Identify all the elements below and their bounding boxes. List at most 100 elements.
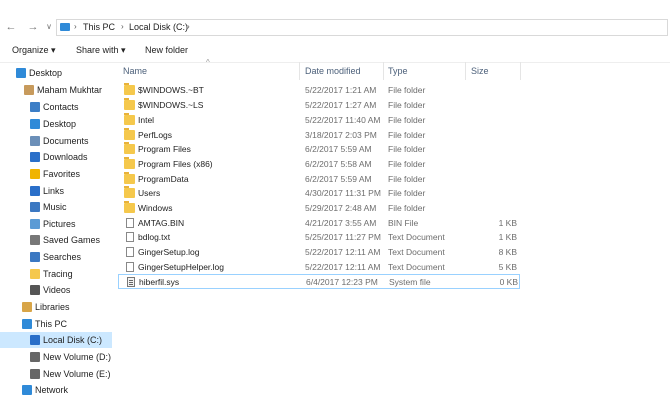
- sidebar-item-label: Contacts: [43, 102, 79, 112]
- sidebar-item[interactable]: Music: [0, 199, 112, 215]
- sidebar-item[interactable]: This PC: [0, 316, 112, 332]
- folder-icon: [124, 128, 135, 140]
- video-icon: [30, 285, 40, 295]
- column-divider[interactable]: [465, 62, 466, 80]
- back-icon[interactable]: ←: [4, 20, 18, 34]
- folder-icon: [30, 269, 40, 279]
- table-row[interactable]: hiberfil.sys 6/4/2017 12:23 PM System file…: [118, 274, 520, 289]
- file-name: Program Files: [138, 144, 191, 154]
- sidebar-item-label: Links: [43, 186, 65, 196]
- file-type: File folder: [388, 115, 426, 125]
- table-row[interactable]: Intel 5/22/2017 11:40 AM File folder: [118, 113, 520, 128]
- sidebar-item[interactable]: Links: [0, 183, 112, 199]
- file-type: BIN File: [388, 218, 419, 228]
- sidebar-item[interactable]: Favorites: [0, 166, 112, 182]
- forward-icon[interactable]: →: [26, 20, 40, 34]
- address-bar[interactable]: › This PC › Local Disk (C:) ›: [56, 19, 668, 36]
- table-row[interactable]: AMTAG.BIN 4/21/2017 3:55 AM BIN File 1 KB: [118, 216, 520, 231]
- breadcrumb-this-pc[interactable]: This PC: [83, 22, 115, 32]
- column-size[interactable]: Size: [471, 66, 489, 76]
- folder-icon: [124, 113, 135, 125]
- table-row[interactable]: GingerSetupHelper.log 5/22/2017 12:11 AM T…: [118, 260, 520, 275]
- new-folder-button[interactable]: New folder: [145, 45, 188, 55]
- network-icon: [22, 385, 32, 395]
- sidebar-item[interactable]: Saved Games: [0, 232, 112, 248]
- contacts-icon: [30, 102, 40, 112]
- column-date[interactable]: Date modified: [305, 66, 361, 76]
- column-name[interactable]: Name: [123, 66, 147, 76]
- sidebar-item[interactable]: Desktop: [0, 116, 112, 132]
- file-name: bdlog.txt: [138, 232, 171, 242]
- file-name: GingerSetupHelper.log: [138, 262, 225, 272]
- table-row[interactable]: ProgramData 6/2/2017 5:59 AM File folder: [118, 172, 520, 187]
- file-size: 5 KB: [498, 262, 517, 272]
- sidebar-item[interactable]: New Volume (D:): [0, 349, 112, 365]
- sidebar-item-label: Downloads: [43, 152, 88, 162]
- file-type: File folder: [388, 100, 426, 110]
- table-row[interactable]: Program Files (x86) 6/2/2017 5:58 AM File …: [118, 157, 520, 172]
- table-row[interactable]: PerfLogs 3/18/2017 2:03 PM File folder: [118, 128, 520, 143]
- sidebar-item[interactable]: Maham Mukhtar: [0, 82, 112, 98]
- table-row[interactable]: $WINDOWS.~LS 5/22/2017 1:27 AM File folder: [118, 98, 520, 113]
- command-bar: Organize ▾ Share with ▾ New folder: [0, 40, 670, 63]
- sidebar-item[interactable]: New Volume (E:): [0, 366, 112, 382]
- sidebar-item[interactable]: Pictures: [0, 216, 112, 232]
- sidebar-item[interactable]: Videos: [0, 282, 112, 298]
- column-divider[interactable]: [383, 62, 384, 80]
- sidebar-item[interactable]: Local Disk (C:): [0, 332, 112, 348]
- recent-locations-icon[interactable]: ∨: [42, 20, 56, 34]
- file-size: 8 KB: [498, 247, 517, 257]
- breadcrumb-local-disk[interactable]: Local Disk (C:): [129, 22, 188, 32]
- sidebar-item[interactable]: Downloads: [0, 149, 112, 165]
- breadcrumb-separator[interactable]: ›: [121, 22, 124, 31]
- column-header: ^ Name Date modified Type Size: [118, 58, 670, 80]
- file-date: 6/2/2017 5:58 AM: [305, 159, 372, 169]
- drive-icon: [30, 369, 40, 379]
- sidebar-item[interactable]: Network: [0, 382, 112, 398]
- sidebar-item-label: Documents: [43, 136, 89, 146]
- column-type[interactable]: Type: [388, 66, 408, 76]
- file-date: 5/22/2017 1:21 AM: [305, 85, 377, 95]
- sidebar-item-label: Favorites: [43, 169, 81, 179]
- libraries-icon: [22, 302, 32, 312]
- sidebar-item[interactable]: Desktop: [0, 65, 112, 81]
- file-type: File folder: [388, 144, 426, 154]
- table-row[interactable]: bdlog.txt 5/25/2017 11:27 PM Text Document…: [118, 230, 520, 245]
- sidebar-item-label: Videos: [43, 285, 71, 295]
- file-type: File folder: [388, 85, 426, 95]
- sidebar-item[interactable]: Libraries: [0, 299, 112, 315]
- navigation-pane: Desktop Maham Mukhtar Contacts Desktop Docum…: [0, 62, 112, 397]
- folder-icon: [124, 98, 135, 110]
- sort-up-icon: ^: [206, 58, 210, 67]
- breadcrumb-separator[interactable]: ›: [74, 22, 77, 31]
- sidebar-item-label: Network: [35, 385, 69, 395]
- file-name: PerfLogs: [138, 130, 173, 140]
- organize-button[interactable]: Organize ▾: [12, 45, 56, 56]
- table-row[interactable]: Program Files 6/2/2017 5:59 AM File folder: [118, 142, 520, 157]
- table-row[interactable]: $WINDOWS.~BT 5/22/2017 1:21 AM File folder: [118, 83, 520, 98]
- table-row[interactable]: Windows 5/29/2017 2:48 AM File folder: [118, 201, 520, 216]
- sidebar-item[interactable]: Documents: [0, 133, 112, 149]
- share-with-button[interactable]: Share with ▾: [76, 45, 126, 56]
- desktop-icon: [30, 119, 40, 129]
- sidebar-item[interactable]: Contacts: [0, 99, 112, 115]
- table-row[interactable]: Users 4/30/2017 11:31 PM File folder: [118, 186, 520, 201]
- table-row[interactable]: GingerSetup.log 5/22/2017 12:11 AM Text Do…: [118, 245, 520, 260]
- breadcrumb-separator[interactable]: ›: [187, 22, 190, 31]
- star-icon: [30, 169, 40, 179]
- column-divider[interactable]: [520, 62, 521, 80]
- sidebar-item-label: Pictures: [43, 219, 76, 229]
- file-type: File folder: [388, 188, 426, 198]
- column-divider[interactable]: [299, 62, 300, 80]
- sidebar-item[interactable]: Searches: [0, 249, 112, 265]
- computer-icon: [22, 319, 32, 329]
- drive-icon: [30, 352, 40, 362]
- sidebar-item-label: Tracing: [43, 269, 73, 279]
- file-name: Program Files (x86): [138, 159, 213, 169]
- file-type: System file: [389, 277, 431, 287]
- link-icon: [30, 186, 40, 196]
- file-date: 4/21/2017 3:55 AM: [305, 218, 377, 228]
- sidebar-item[interactable]: Tracing: [0, 266, 112, 282]
- sidebar-item-label: Maham Mukhtar: [37, 85, 103, 95]
- file-name: AMTAG.BIN: [138, 218, 185, 228]
